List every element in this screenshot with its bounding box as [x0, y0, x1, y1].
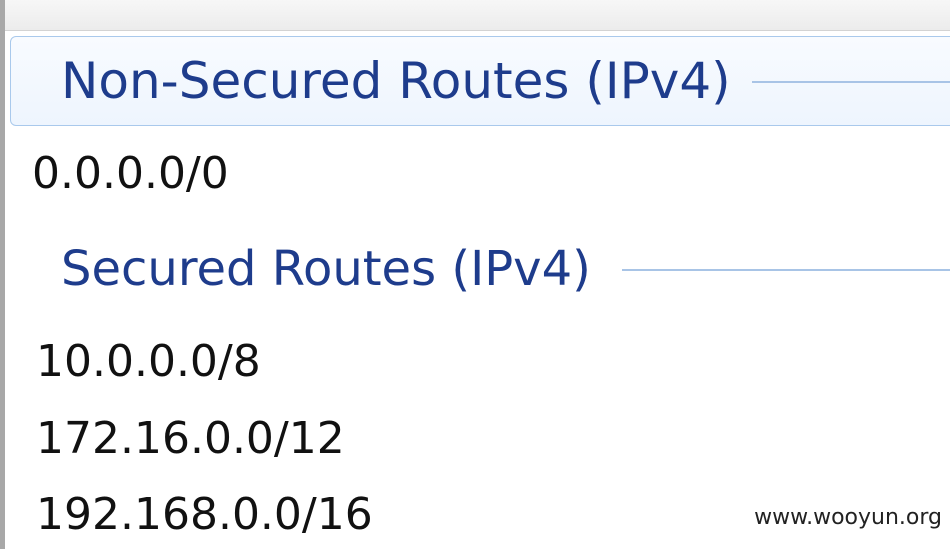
route-item[interactable]: 192.168.0.0/16 — [36, 493, 373, 537]
non-secured-routes-title[interactable]: Non-Secured Routes (IPv4) — [61, 56, 731, 106]
window-left-border — [0, 0, 5, 549]
route-item[interactable]: 172.16.0.0/12 — [36, 417, 345, 461]
routes-panel: Non-Secured Routes (IPv4) 0.0.0.0/0 Secu… — [0, 0, 950, 549]
route-item[interactable]: 0.0.0.0/0 — [32, 152, 229, 196]
watermark-text: www.wooyun.org — [754, 505, 942, 530]
secured-group-divider — [622, 269, 950, 271]
route-item[interactable]: 10.0.0.0/8 — [36, 340, 261, 384]
panel-top-bar — [5, 0, 950, 31]
secured-routes-title[interactable]: Secured Routes (IPv4) — [61, 245, 591, 293]
non-secured-group-divider — [752, 81, 950, 83]
